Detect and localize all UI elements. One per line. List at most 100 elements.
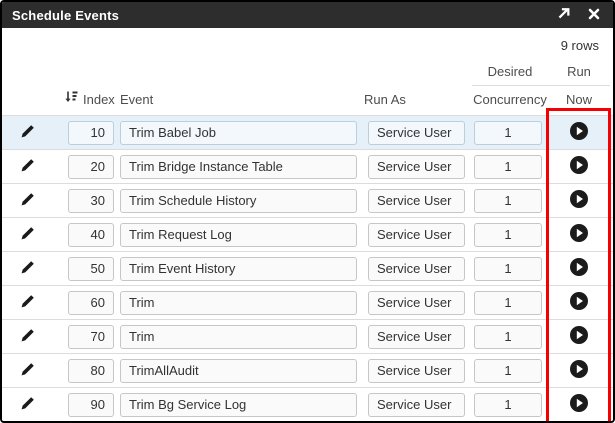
edit-button[interactable] <box>8 158 35 176</box>
concurrency-field[interactable]: 1 <box>474 120 542 145</box>
run-as-field[interactable]: Service User <box>368 188 465 213</box>
close-button[interactable] <box>587 7 601 24</box>
edit-button[interactable] <box>8 124 35 142</box>
concurrency-column-label-line1: Desired <box>487 64 533 79</box>
popout-button[interactable] <box>556 6 571 24</box>
run-now-button[interactable] <box>569 189 589 212</box>
event-field[interactable]: TrimAllAudit <box>120 358 357 383</box>
run-now-cell <box>548 184 610 217</box>
edit-button[interactable] <box>8 294 35 312</box>
edit-button[interactable] <box>8 328 35 346</box>
event-column-header: Event <box>120 57 364 115</box>
edit-button[interactable] <box>8 362 35 380</box>
event-field[interactable]: Trim <box>120 324 357 349</box>
event-field[interactable]: Trim Bridge Instance Table <box>120 154 357 179</box>
pencil-icon <box>20 362 35 380</box>
edit-button[interactable] <box>8 396 35 414</box>
run-now-button[interactable] <box>569 291 589 314</box>
run-as-field[interactable]: Service User <box>368 392 465 417</box>
concurrency-cell: 1 <box>472 388 548 421</box>
run-now-cell <box>548 150 610 183</box>
run-as-field[interactable]: Service User <box>368 120 465 145</box>
event-field[interactable]: Trim Request Log <box>120 222 357 247</box>
run-as-cell: Service User <box>364 388 472 421</box>
event-field[interactable]: Trim Schedule History <box>120 188 357 213</box>
edit-button[interactable] <box>8 226 35 244</box>
event-value: Trim Bridge Instance Table <box>129 159 283 174</box>
concurrency-field[interactable]: 1 <box>474 256 542 281</box>
event-field[interactable]: Trim Bg Service Log <box>120 392 357 417</box>
run-as-field[interactable]: Service User <box>368 222 465 247</box>
index-field[interactable]: 30 <box>68 188 114 213</box>
run-now-button[interactable] <box>569 257 589 280</box>
index-value: 60 <box>90 295 105 310</box>
pencil-icon <box>20 192 35 210</box>
run-now-button[interactable] <box>569 155 589 178</box>
index-field[interactable]: 60 <box>68 290 114 315</box>
run-now-cell <box>548 218 610 251</box>
run-as-field[interactable]: Service User <box>368 358 465 383</box>
table-row: 30 Trim Schedule History Service User 1 <box>2 183 613 217</box>
index-field[interactable]: 10 <box>68 120 114 145</box>
concurrency-field[interactable]: 1 <box>474 392 542 417</box>
concurrency-field[interactable]: 1 <box>474 290 542 315</box>
index-field[interactable]: 20 <box>68 154 114 179</box>
run-as-field[interactable]: Service User <box>368 256 465 281</box>
edit-button[interactable] <box>8 260 35 278</box>
run-now-button[interactable] <box>569 325 589 348</box>
event-column-label: Event <box>120 92 154 107</box>
concurrency-field[interactable]: 1 <box>474 358 542 383</box>
edit-cell <box>8 354 64 387</box>
event-field[interactable]: Trim Event History <box>120 256 357 281</box>
index-column-label: Index <box>83 92 115 107</box>
run-now-column-label-line2: Now <box>548 85 610 115</box>
concurrency-value: 1 <box>504 125 512 140</box>
edit-cell <box>8 218 64 251</box>
run-as-value: Service User <box>377 227 452 242</box>
index-field[interactable]: 80 <box>68 358 114 383</box>
play-circle-icon <box>569 155 589 178</box>
play-circle-icon <box>569 291 589 314</box>
run-now-button[interactable] <box>569 393 589 416</box>
pencil-icon <box>20 158 35 176</box>
event-cell: Trim Babel Job <box>120 116 364 149</box>
run-as-field[interactable]: Service User <box>368 324 465 349</box>
close-icon <box>587 7 601 24</box>
titlebar: Schedule Events <box>2 2 613 28</box>
event-cell: Trim <box>120 320 364 353</box>
concurrency-field[interactable]: 1 <box>474 154 542 179</box>
run-now-button[interactable] <box>569 223 589 246</box>
concurrency-value: 1 <box>504 295 512 310</box>
run-now-button[interactable] <box>569 359 589 382</box>
event-field[interactable]: Trim <box>120 290 357 315</box>
index-field[interactable]: 90 <box>68 392 114 417</box>
index-value: 80 <box>90 363 105 378</box>
table-row: 10 Trim Babel Job Service User 1 <box>2 115 613 149</box>
run-as-value: Service User <box>377 125 452 140</box>
run-as-field[interactable]: Service User <box>368 290 465 315</box>
pencil-icon <box>20 328 35 346</box>
index-value: 70 <box>90 329 105 344</box>
play-circle-icon <box>569 257 589 280</box>
event-value: Trim Bg Service Log <box>129 397 247 412</box>
run-now-button[interactable] <box>569 121 589 144</box>
concurrency-field[interactable]: 1 <box>474 324 542 349</box>
event-cell: Trim Bg Service Log <box>120 388 364 421</box>
concurrency-column-label-line2: Concurrency <box>472 85 548 115</box>
index-field[interactable]: 70 <box>68 324 114 349</box>
concurrency-field[interactable]: 1 <box>474 188 542 213</box>
event-cell: Trim Request Log <box>120 218 364 251</box>
concurrency-field[interactable]: 1 <box>474 222 542 247</box>
edit-button[interactable] <box>8 192 35 210</box>
index-field[interactable]: 50 <box>68 256 114 281</box>
event-value: Trim <box>129 295 155 310</box>
run-as-field[interactable]: Service User <box>368 154 465 179</box>
event-field[interactable]: Trim Babel Job <box>120 120 357 145</box>
run-as-cell: Service User <box>364 252 472 285</box>
index-value: 50 <box>90 261 105 276</box>
run-now-cell <box>548 286 610 319</box>
run-as-value: Service User <box>377 193 452 208</box>
sort-button[interactable] <box>64 90 78 107</box>
titlebar-actions <box>556 6 601 24</box>
index-field[interactable]: 40 <box>68 222 114 247</box>
